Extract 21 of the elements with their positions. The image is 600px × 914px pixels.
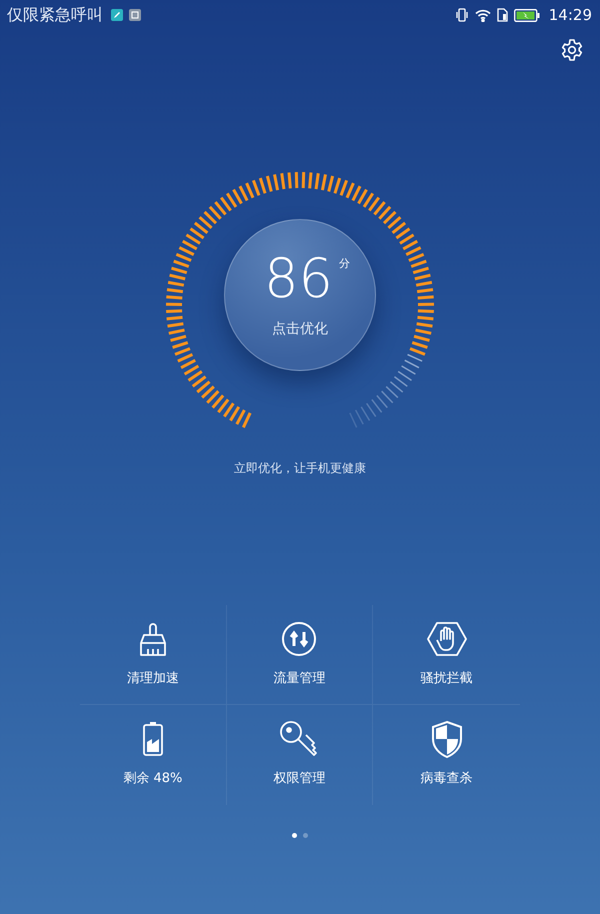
optimize-text: 点击优化 bbox=[272, 320, 328, 338]
feature-tile[interactable]: 权限管理 bbox=[226, 705, 374, 805]
unit-text: 分 bbox=[338, 256, 350, 271]
feature-tile[interactable]: 病毒查杀 bbox=[373, 705, 520, 805]
carrier-text: 仅限紧急呼叫 bbox=[7, 4, 103, 26]
score-text: 86 bbox=[264, 252, 333, 306]
wifi-icon bbox=[474, 8, 491, 22]
feature-tile[interactable]: 剩余 48% bbox=[80, 705, 227, 805]
image-notification-icon bbox=[129, 9, 141, 21]
vibrate-icon bbox=[454, 8, 469, 22]
battery-icon bbox=[140, 719, 165, 759]
tagline-text: 立即优化，让手机更健康 bbox=[233, 460, 367, 477]
battery-charging-icon bbox=[514, 8, 540, 22]
edit-notification-icon bbox=[111, 9, 123, 21]
clock-text: 14:29 bbox=[548, 6, 592, 24]
feature-tile[interactable]: 骚扰拦截 bbox=[373, 605, 520, 705]
hand-stop-icon bbox=[424, 619, 469, 659]
settings-icon[interactable] bbox=[560, 38, 584, 62]
feature-tile[interactable]: 清理加速 bbox=[80, 605, 227, 705]
feature-tile[interactable]: 流量管理 bbox=[226, 605, 374, 705]
sim-card-icon bbox=[496, 8, 508, 22]
